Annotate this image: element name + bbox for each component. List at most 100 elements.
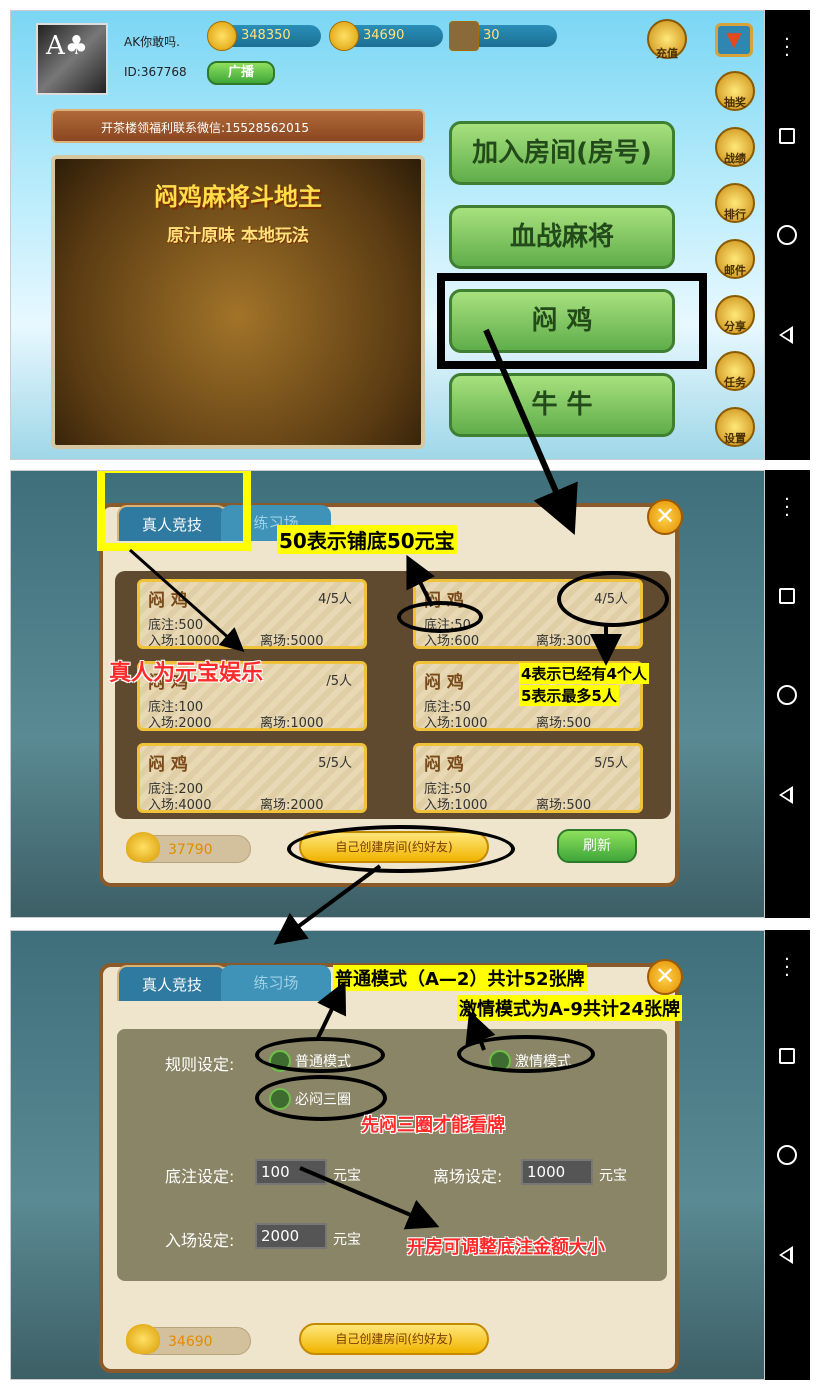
recent-apps-icon[interactable] xyxy=(779,588,795,604)
room-title: 闷 鸡 xyxy=(148,591,188,611)
annotation-count-a: 4表示已经有4个人 xyxy=(519,663,649,684)
ingot-value: 37790 xyxy=(168,842,213,858)
home-icon[interactable] xyxy=(777,685,797,705)
ingot-balance: 37790 xyxy=(126,832,251,863)
tab-real-match[interactable]: 真人竞技 xyxy=(117,965,227,1001)
room-count: /5人 xyxy=(326,674,352,689)
enter-unit: 元宝 xyxy=(333,1232,361,1248)
back-icon[interactable] xyxy=(779,786,793,804)
tasks-button[interactable]: 任务 xyxy=(715,351,755,391)
ticket-value: 30 xyxy=(483,28,500,43)
banner-title: 闷鸡麻将斗地主 xyxy=(154,183,322,211)
room-title: 闷 鸡 xyxy=(148,755,188,775)
annotation-fast-mode: 激情模式为A-9共计24张牌 xyxy=(457,995,682,1021)
highlight-oval-count xyxy=(557,571,669,627)
share-button[interactable]: 分享 xyxy=(715,295,755,335)
room-enter: 入场:2000 xyxy=(148,716,212,731)
leave-label: 离场设定: xyxy=(433,1167,503,1186)
create-room-button[interactable]: 自己创建房间(约好友) xyxy=(299,1323,489,1355)
overflow-menu-icon[interactable]: · · · xyxy=(784,31,790,65)
android-nav-bar: · · · xyxy=(765,470,810,918)
ticker-text: 开茶楼领福利联系微信:15528562015 xyxy=(101,121,310,135)
ticket-icon xyxy=(449,21,479,51)
ingot-icon xyxy=(126,832,160,862)
highlight-oval-normal xyxy=(255,1037,385,1073)
room-enter: 入场:1000 xyxy=(424,716,488,731)
room-count: 5/5人 xyxy=(318,756,352,771)
highlight-oval-base xyxy=(397,601,483,633)
gold-balance: 348350 xyxy=(207,21,321,51)
gold-value: 348350 xyxy=(241,28,291,43)
room-card[interactable]: 闷 鸡 4/5人 底注:500 入场:10000 离场:5000 xyxy=(137,579,367,649)
ingot-icon xyxy=(329,21,359,51)
back-icon[interactable] xyxy=(779,1246,793,1264)
room-leave: 离场:2000 xyxy=(260,798,324,813)
annotation-adjust-base: 开房可调整底注金额大小 xyxy=(407,1237,605,1258)
room-title: 闷 鸡 xyxy=(424,673,464,693)
room-enter: 入场:4000 xyxy=(148,798,212,813)
back-icon[interactable] xyxy=(779,326,793,344)
promo-banner[interactable]: 闷鸡麻将斗地主 原汁原味 本地玩法 xyxy=(51,155,425,449)
settings-button[interactable]: 设置 xyxy=(715,407,755,447)
ingot-balance: 34690 xyxy=(126,1324,251,1355)
ticket-balance: 30 xyxy=(449,21,557,51)
base-unit: 元宝 xyxy=(333,1168,361,1184)
ingot-icon xyxy=(126,1324,160,1354)
recent-apps-icon[interactable] xyxy=(779,128,795,144)
main-lobby-screen: A♣ AK你敢吗. ID:367768 广播 348350 34690 30 充… xyxy=(10,10,765,460)
bloody-mahjong-button[interactable]: 血战麻将 xyxy=(449,205,675,269)
ingot-balance: 34690 xyxy=(329,21,443,51)
annotation-base-meaning: 50表示铺底50元宝 xyxy=(277,525,457,554)
records-button[interactable]: 战绩 xyxy=(715,127,755,167)
enter-input[interactable]: 2000 xyxy=(255,1223,327,1249)
highlight-oval-create xyxy=(287,825,515,873)
mail-button[interactable]: 邮件 xyxy=(715,239,755,279)
room-count: 5/5人 xyxy=(594,756,628,771)
close-icon[interactable]: ✕ xyxy=(647,499,683,535)
ingot-value: 34690 xyxy=(363,28,405,43)
lottery-button[interactable]: 抽奖 xyxy=(715,71,755,111)
android-nav-bar: · · · xyxy=(765,930,810,1380)
room-card[interactable]: 闷 鸡 5/5人 底注:200 入场:4000 离场:2000 xyxy=(137,743,367,813)
base-label: 底注设定: xyxy=(165,1167,235,1186)
user-name: AK你敢吗. xyxy=(124,35,180,49)
highlight-box-menji xyxy=(437,273,707,369)
tab-practice[interactable]: 练习场 xyxy=(221,965,331,1001)
highlight-box-tab xyxy=(97,471,251,551)
refresh-button[interactable]: 刷新 xyxy=(557,829,637,863)
room-leave: 离场:500 xyxy=(536,798,592,813)
room-leave: 离场:5000 xyxy=(260,634,324,649)
highlight-oval-fast xyxy=(457,1035,595,1073)
leave-input[interactable]: 1000 xyxy=(521,1159,593,1185)
avatar[interactable]: A♣ xyxy=(36,23,108,95)
room-list-screen: 真人竞技 练习场 ✕ 闷 鸡 4/5人 底注:500 入场:10000 离场:5… xyxy=(10,470,765,918)
room-card[interactable]: 闷 鸡 5/5人 底注:50 入场:1000 离场:500 xyxy=(413,743,643,813)
gold-coin-icon xyxy=(207,21,237,51)
recharge-button[interactable]: 充值 xyxy=(647,19,687,60)
overflow-menu-icon[interactable]: · · · xyxy=(784,491,790,525)
broadcast-button[interactable]: 广播 xyxy=(207,61,275,85)
leave-unit: 元宝 xyxy=(599,1168,627,1184)
room-leave: 离场:500 xyxy=(536,716,592,731)
room-count: 4/5人 xyxy=(318,592,352,607)
home-icon[interactable] xyxy=(777,225,797,245)
ranking-button[interactable]: 排行 xyxy=(715,183,755,223)
rule-label: 规则设定: xyxy=(165,1055,235,1074)
base-input[interactable]: 100 xyxy=(255,1159,327,1185)
ingot-value: 34690 xyxy=(168,1334,213,1350)
room-enter: 入场:10000 xyxy=(148,634,220,649)
android-nav-bar: · · · xyxy=(765,10,810,460)
recent-apps-icon[interactable] xyxy=(779,1048,795,1064)
notice-ticker: 开茶楼领福利联系微信:15528562015 xyxy=(51,109,425,143)
room-title: 闷 鸡 xyxy=(424,755,464,775)
overflow-menu-icon[interactable]: · · · xyxy=(784,951,790,985)
home-icon[interactable] xyxy=(777,1145,797,1165)
banner-subtitle: 原汁原味 本地玩法 xyxy=(167,226,309,246)
collapse-arrow-icon[interactable]: ▼ xyxy=(715,23,753,57)
room-leave: 离场:300 xyxy=(536,634,592,649)
create-room-dialog: 真人竞技 练习场 ✕ 规则设定: 普通模式 激情模式 必闷三圈 底注设定: 10… xyxy=(99,959,683,1373)
user-id: ID:367768 xyxy=(124,65,187,79)
close-icon[interactable]: ✕ xyxy=(647,959,683,995)
niuniu-button[interactable]: 牛 牛 xyxy=(449,373,675,437)
join-room-button[interactable]: 加入房间(房号) xyxy=(449,121,675,185)
